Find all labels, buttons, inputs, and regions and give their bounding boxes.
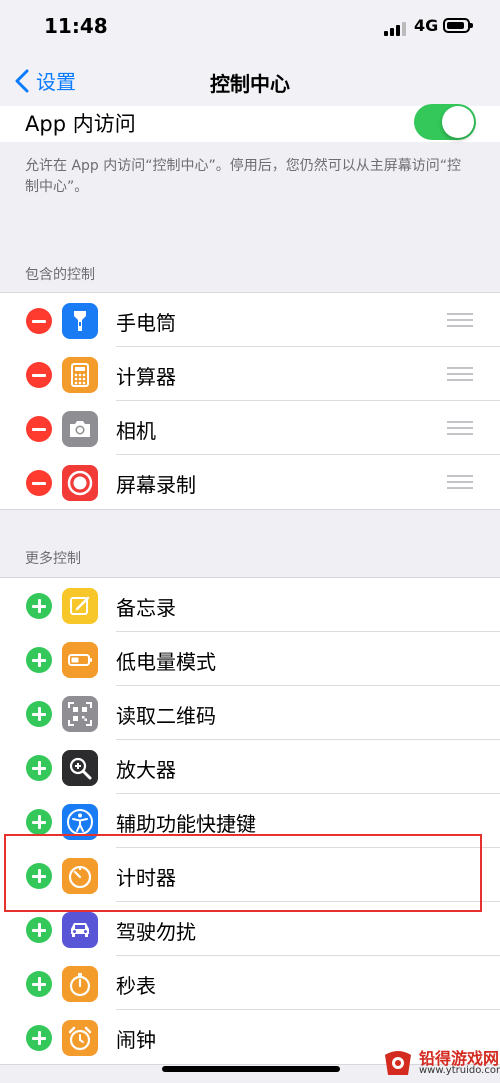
included-row-flashlight: 手电筒 bbox=[0, 293, 500, 347]
qr-code-icon bbox=[62, 696, 98, 732]
watermark: 铅得游戏网 www.ytruido.com bbox=[381, 1045, 500, 1079]
section-header-included: 包含的控制 bbox=[25, 267, 95, 283]
included-row-calculator: 计算器 bbox=[0, 347, 500, 401]
cellular-signal-icon bbox=[384, 20, 408, 36]
reorder-handle[interactable] bbox=[447, 421, 473, 435]
status-bar: 11:48 4G bbox=[0, 0, 500, 56]
add-button[interactable] bbox=[26, 755, 52, 781]
reorder-handle[interactable] bbox=[447, 475, 473, 489]
control-label: 读取二维码 bbox=[116, 704, 216, 728]
car-icon bbox=[62, 912, 98, 948]
more-row-timer: 计时器 bbox=[0, 848, 500, 902]
add-button[interactable] bbox=[26, 1025, 52, 1051]
stopwatch-icon bbox=[62, 966, 98, 1002]
camera-icon bbox=[62, 411, 98, 447]
included-row-screen-recording: 屏幕录制 bbox=[0, 455, 500, 509]
included-row-camera: 相机 bbox=[0, 401, 500, 455]
app-access-label: App 内访问 bbox=[25, 112, 136, 136]
more-row-qr-code: 读取二维码 bbox=[0, 686, 500, 740]
more-row-magnifier: 放大器 bbox=[0, 740, 500, 794]
battery-icon bbox=[443, 18, 473, 33]
add-button[interactable] bbox=[26, 701, 52, 727]
add-button[interactable] bbox=[26, 971, 52, 997]
more-row-notes: 备忘录 bbox=[0, 578, 500, 632]
more-row-low-power: 低电量模式 bbox=[0, 632, 500, 686]
control-label: 秒表 bbox=[116, 974, 156, 998]
more-row-stopwatch: 秒表 bbox=[0, 956, 500, 1010]
navigation-bar: 设置 控制中心 bbox=[0, 56, 500, 107]
timer-icon bbox=[62, 858, 98, 894]
control-label: 计算器 bbox=[116, 365, 176, 389]
notes-icon bbox=[62, 588, 98, 624]
more-controls-list: 备忘录 低电量模式 读取二维码 放大器 辅助功能快捷键 计时器 驾驶勿扰 秒表 … bbox=[0, 577, 500, 1065]
more-row-driving-focus: 驾驶勿扰 bbox=[0, 902, 500, 956]
remove-button[interactable] bbox=[26, 470, 52, 496]
add-button[interactable] bbox=[26, 593, 52, 619]
alarm-icon bbox=[62, 1020, 98, 1056]
control-label: 相机 bbox=[116, 419, 156, 443]
remove-button[interactable] bbox=[26, 362, 52, 388]
home-indicator[interactable] bbox=[162, 1066, 340, 1072]
page-title: 控制中心 bbox=[210, 72, 290, 96]
screen-record-icon bbox=[62, 465, 98, 501]
remove-button[interactable] bbox=[26, 308, 52, 334]
control-label: 屏幕录制 bbox=[116, 473, 196, 497]
add-button[interactable] bbox=[26, 917, 52, 943]
status-time: 11:48 bbox=[44, 14, 108, 38]
add-button[interactable] bbox=[26, 647, 52, 673]
low-power-icon bbox=[62, 642, 98, 678]
app-access-toggle[interactable] bbox=[414, 104, 476, 140]
watermark-logo bbox=[381, 1045, 415, 1079]
section-header-more: 更多控制 bbox=[25, 551, 81, 567]
calculator-icon bbox=[62, 357, 98, 393]
accessibility-icon bbox=[62, 804, 98, 840]
app-access-row: App 内访问 bbox=[0, 104, 500, 142]
magnifier-icon bbox=[62, 750, 98, 786]
remove-button[interactable] bbox=[26, 416, 52, 442]
control-label: 手电筒 bbox=[116, 311, 176, 335]
included-controls-list: 手电筒 计算器 相机 屏幕录制 bbox=[0, 292, 500, 510]
add-button[interactable] bbox=[26, 863, 52, 889]
control-label: 闹钟 bbox=[116, 1028, 156, 1052]
flashlight-icon bbox=[62, 303, 98, 339]
control-label: 备忘录 bbox=[116, 596, 176, 620]
control-label: 驾驶勿扰 bbox=[116, 920, 196, 944]
add-button[interactable] bbox=[26, 809, 52, 835]
control-label: 计时器 bbox=[116, 866, 176, 890]
control-label: 低电量模式 bbox=[116, 650, 216, 674]
watermark-url: www.ytruido.com bbox=[419, 1065, 500, 1076]
network-type: 4G bbox=[414, 16, 439, 35]
control-label: 辅助功能快捷键 bbox=[116, 812, 256, 836]
reorder-handle[interactable] bbox=[447, 367, 473, 381]
more-row-accessibility: 辅助功能快捷键 bbox=[0, 794, 500, 848]
control-label: 放大器 bbox=[116, 758, 176, 782]
reorder-handle[interactable] bbox=[447, 313, 473, 327]
app-access-footer: 允许在 App 内访问“控制中心”。停用后，您仍然可以从主屏幕访问“控制中心”。 bbox=[25, 158, 462, 195]
